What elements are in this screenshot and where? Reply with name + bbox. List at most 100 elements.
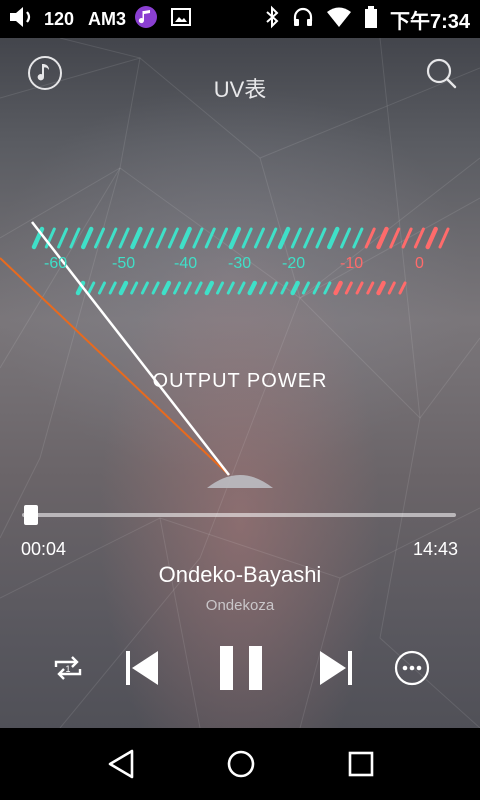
meter-scale: -60 -50 -40 -30 -20 -10 0 [0,255,480,279]
track-artist: Ondekoza [205,597,275,614]
meter-tick [87,281,96,295]
home-button[interactable] [223,746,259,782]
meter-tick [179,226,192,250]
meter-tick [352,227,364,249]
meter-tick [106,227,118,249]
header: UV表 [0,38,480,128]
scale-label: -40 [174,255,198,272]
meter-tick [194,281,203,295]
meter-tick [290,280,300,296]
meter-tick [130,226,143,250]
meter-tick [57,227,69,249]
repeat-button[interactable]: 1 [50,650,86,686]
meter-tick [143,227,155,249]
meter-tick [398,281,407,295]
meter-ticks-lower [75,280,407,296]
scale-label: -30 [228,255,252,272]
image-icon [170,6,192,33]
meter-tick [269,281,278,295]
meter-tick [315,227,327,249]
elapsed-time: 00:04 [21,539,67,559]
meter-tick [266,227,278,249]
meter-tick [226,281,235,295]
meter-tick [97,281,106,295]
meter-tick [173,281,182,295]
scale-label: -50 [112,255,136,272]
home-icon [227,750,255,778]
meter-tick [151,281,160,295]
previous-button[interactable] [122,648,162,688]
headphones-icon [292,6,314,33]
volume-level: 120 [44,8,75,29]
music-player-screen: 120 AM3 下午7:34 UV表 -60 -50 -40 -30 -20 -… [0,0,480,800]
progress-track[interactable] [22,513,456,517]
meter-tick [237,281,246,295]
meter-tick [312,281,321,295]
needle-hub [207,475,273,488]
next-button[interactable] [316,648,356,688]
bluetooth-icon [264,5,280,34]
scale-label: -60 [44,255,68,272]
battery-icon [364,5,378,34]
scale-label: -10 [340,255,364,272]
meter-tick [333,280,343,296]
meter-tick [161,280,172,296]
meter-tick [327,226,340,250]
progress-slider[interactable] [22,505,458,525]
meter-tick [366,281,375,295]
meter-tick [228,226,242,250]
meter-tick [389,227,401,249]
scale-label: -20 [282,255,306,272]
back-icon [108,749,134,779]
meter-tick [140,281,149,295]
volume-icon [8,5,36,34]
back-button[interactable] [104,746,138,782]
scale-label: 0 [415,255,424,272]
meter-tick [376,226,389,250]
meter-tick [387,281,396,295]
more-icon [394,650,430,686]
meter-tick [277,226,291,250]
meter-tick [438,227,450,249]
meter-ticks-upper [31,226,450,250]
total-duration: 14:43 [412,539,458,559]
meter-tick [303,227,315,249]
meter-tick [80,226,94,250]
meter-tick [130,281,139,295]
meter-tick [217,227,229,249]
next-icon [320,651,352,685]
meter-tick [247,280,257,296]
meter-tick [344,281,353,295]
meter-caption: OUTPUT POWER [152,370,328,392]
meter-tick [241,227,253,249]
meter-tick [94,227,106,249]
navigation-bar [0,728,480,800]
meter-tick [183,281,192,295]
meter-tick [280,281,289,295]
progress-thumb[interactable] [24,505,39,525]
meter-tick [204,227,216,249]
meter-tick [258,281,267,295]
repeat-icon: 1 [54,656,82,680]
meter-tick [401,227,413,249]
needle-right [0,257,230,476]
meter-tick [118,227,130,249]
track-title: Ondeko-Bayashi [158,562,322,587]
recent-apps-button[interactable] [344,746,378,782]
music-note-icon [134,5,158,34]
previous-icon [126,651,158,685]
meter-tick [413,227,425,249]
meter-tick [155,227,167,249]
meter-tick [364,227,376,249]
recent-apps-icon [348,751,374,777]
meter-tick [253,227,265,249]
meter-tick [192,227,204,249]
more-options-button[interactable] [394,650,430,686]
page-title: UV表 [213,77,267,102]
meter-tick [301,281,310,295]
meter-tick [204,280,215,296]
pause-button[interactable] [216,643,266,693]
meter-tick [69,227,81,249]
meter-tick [216,281,225,295]
search-button[interactable] [424,56,458,90]
